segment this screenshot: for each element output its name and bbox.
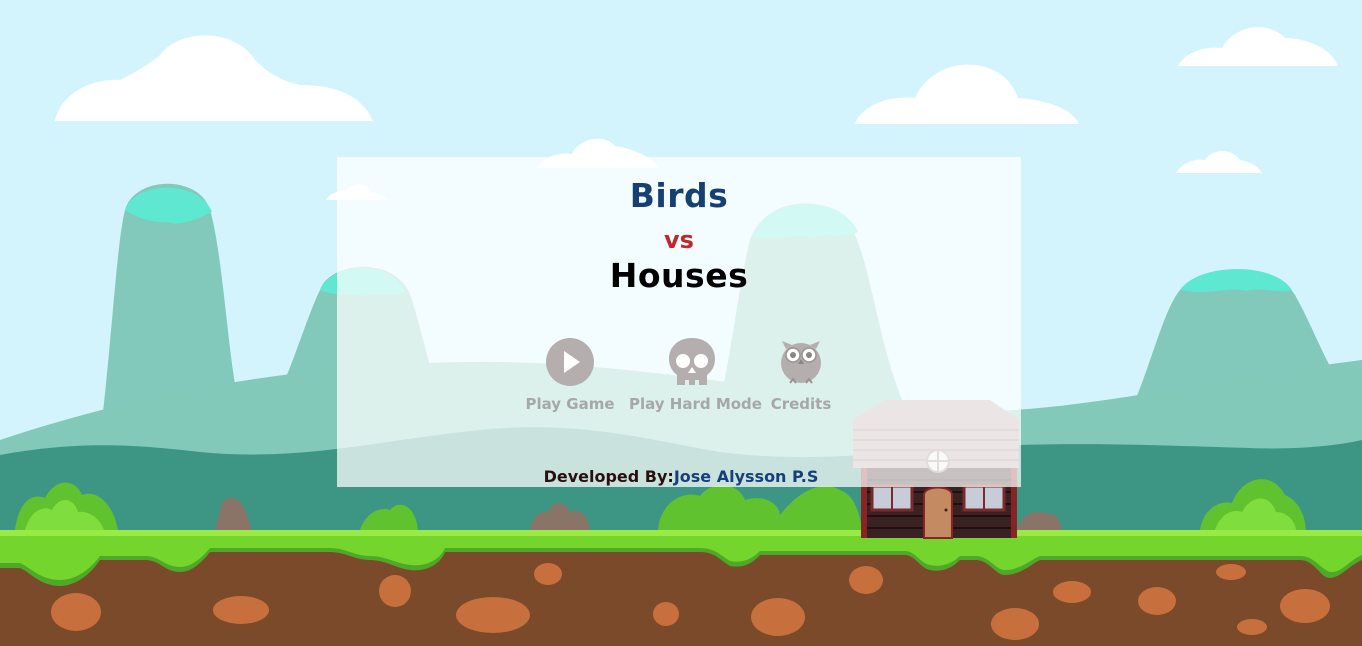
developer-credit: Developed By:Jose Alysson P.S [0, 467, 1362, 486]
owl-icon [781, 341, 821, 384]
game-title-houses: Houses [609, 256, 749, 295]
play-hard-mode-label: Play Hard Mode [629, 395, 762, 413]
grass-top [0, 530, 1362, 536]
play-hard-mode-button[interactable]: Play Hard Mode [629, 337, 762, 413]
play-circle-icon [546, 338, 594, 386]
game-title-birds: Birds [629, 176, 729, 215]
credits-label: Credits [770, 395, 832, 413]
developer-name: Jose Alysson P.S [673, 467, 819, 486]
play-game-label: Play Game [525, 395, 615, 413]
credits-button[interactable]: Credits [767, 337, 835, 413]
developed-by-label: Developed By: [543, 467, 674, 486]
skull-icon [669, 338, 715, 385]
play-game-button[interactable]: Play Game [525, 337, 615, 413]
game-title-vs: vs [664, 226, 694, 254]
main-menu-panel: Birds vs Houses Play Game Play Hard Mode [337, 157, 1021, 487]
